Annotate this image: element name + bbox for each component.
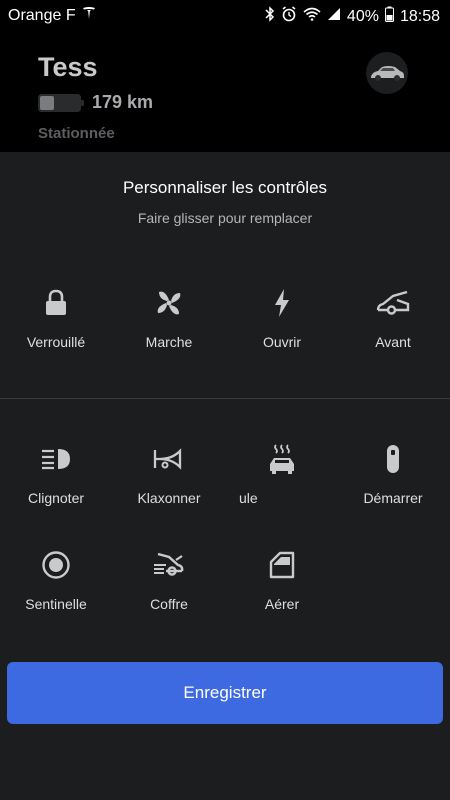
- available-control-trunk[interactable]: Coffre: [114, 548, 224, 612]
- vehicle-header: Tess 179 km Stationnée: [0, 30, 450, 152]
- wifi-icon: [303, 7, 321, 26]
- control-label: Démarrer: [363, 490, 423, 506]
- active-control-charge-port[interactable]: Ouvrir: [227, 286, 337, 350]
- sentry-icon: [42, 551, 70, 579]
- carrier-name: Orange F: [8, 6, 76, 24]
- available-control-remote-start[interactable]: Démarrer: [338, 442, 448, 506]
- bluetooth-icon: [265, 6, 275, 27]
- available-control-honk[interactable]: Klaxonner: [114, 442, 224, 506]
- trunk-icon: [154, 552, 184, 576]
- horn-icon: [153, 448, 182, 470]
- fan-icon: [157, 291, 181, 315]
- vehicle-battery-fill: [40, 96, 54, 110]
- key-fob-icon: [387, 445, 399, 473]
- battery-percent: 40%: [346, 7, 379, 25]
- active-control-fan[interactable]: Marche: [114, 286, 224, 350]
- lightning-icon: [275, 289, 289, 317]
- save-button[interactable]: Enregistrer: [7, 662, 443, 724]
- control-label: Clignoter: [27, 490, 85, 506]
- control-label: Avant: [375, 334, 411, 350]
- vehicle-state: Stationnée: [38, 125, 115, 142]
- tesla-logo-icon: [82, 6, 96, 25]
- control-label: Marche: [145, 334, 193, 350]
- control-label: Ouvrir: [262, 334, 302, 350]
- car-avatar[interactable]: [366, 52, 408, 94]
- available-control-climate[interactable]: ule: [227, 442, 337, 506]
- available-control-vent[interactable]: Aérer: [227, 548, 337, 612]
- vehicle-name: Tess: [38, 52, 98, 82]
- car-thumbnail-icon: [371, 66, 404, 81]
- window-vent-icon: [269, 551, 295, 579]
- frunk-icon: [376, 290, 410, 315]
- control-label: Sentinelle: [25, 596, 87, 612]
- lock-icon: [46, 289, 66, 315]
- control-label: Verrouillé: [26, 334, 86, 350]
- control-label: ule: [239, 490, 258, 506]
- control-label: Coffre: [150, 596, 188, 612]
- signal-icon: [327, 7, 341, 26]
- sheet-subtitle: Faire glisser pour remplacer: [137, 210, 313, 226]
- alarm-icon: [281, 6, 297, 27]
- control-label: Klaxonner: [137, 490, 201, 506]
- available-control-flash[interactable]: Clignoter: [1, 442, 111, 506]
- active-control-lock[interactable]: Verrouillé: [1, 286, 111, 350]
- control-label: Aérer: [264, 596, 300, 612]
- car-heat-icon: [270, 444, 294, 474]
- available-control-sentry[interactable]: Sentinelle: [1, 548, 111, 612]
- customize-controls-sheet: Personnaliser les contrôles Faire glisse…: [0, 152, 450, 800]
- sheet-title: Personnaliser les contrôles: [122, 178, 328, 197]
- active-control-frunk[interactable]: Avant: [338, 286, 448, 350]
- phone-battery-icon: [384, 6, 394, 27]
- status-bar: Orange F 40% 18:58: [0, 0, 450, 30]
- headlights-icon: [42, 449, 70, 470]
- clock-time: 18:58: [399, 7, 440, 25]
- vehicle-battery-icon: [38, 94, 84, 112]
- vehicle-range: 179 km: [92, 92, 154, 112]
- section-divider: [0, 398, 450, 399]
